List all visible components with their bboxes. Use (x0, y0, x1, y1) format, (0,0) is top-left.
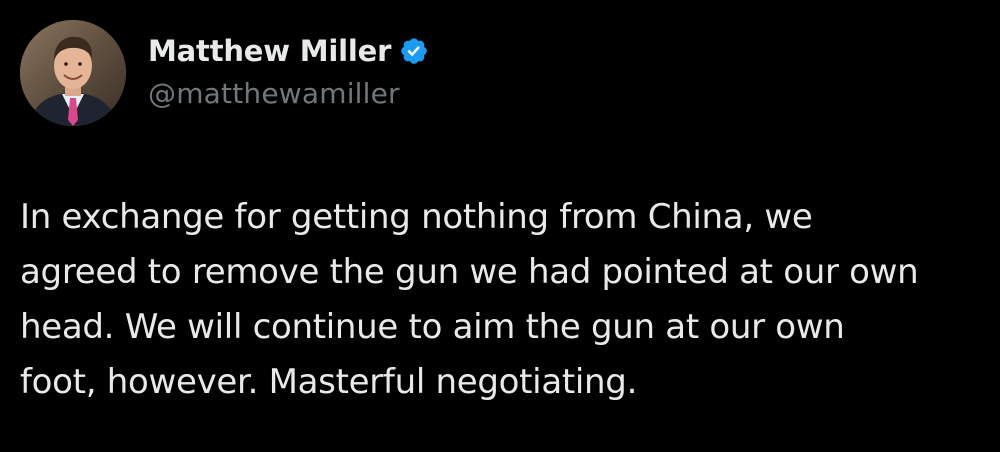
tweet-card: Matthew Miller @matthewamiller In exchan… (0, 0, 1000, 452)
name-row: Matthew Miller (148, 33, 429, 69)
author-names: Matthew Miller @matthewamiller (148, 33, 429, 113)
verified-badge-icon[interactable] (399, 36, 429, 66)
avatar[interactable] (20, 20, 126, 126)
tweet-header: Matthew Miller @matthewamiller (20, 20, 429, 126)
avatar-photo-icon (20, 20, 126, 126)
display-name[interactable]: Matthew Miller (148, 33, 391, 69)
author-handle[interactable]: @matthewamiller (148, 75, 429, 113)
tweet-text: In exchange for getting nothing from Chi… (20, 197, 919, 402)
